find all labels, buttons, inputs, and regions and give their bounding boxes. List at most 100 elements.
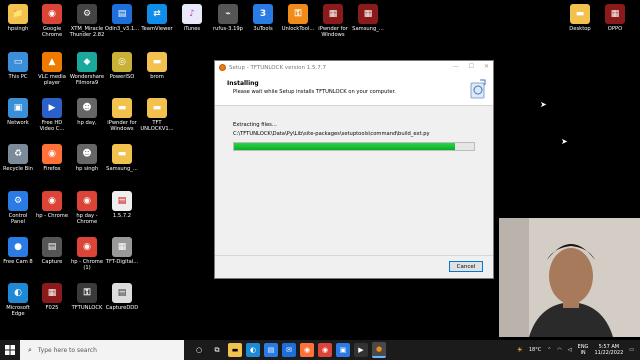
desktop-icon-hp-day-chrome[interactable]: ◉ hp day - Chrome: [69, 191, 105, 225]
search-placeholder: Type here to search: [37, 346, 97, 354]
desktop-icon-tft-unlock-folder[interactable]: ▬ TFT UNLOCKV1...: [139, 98, 175, 132]
install-progress-bar: [233, 142, 475, 151]
folder-icon: ▬: [112, 144, 132, 164]
desktop-icon-samsung[interactable]: ▦ Samsung_...: [350, 4, 386, 32]
desktop-icon-itunes[interactable]: ♪ iTunes: [174, 4, 210, 32]
desktop-icon-edge[interactable]: ◐ Microsoft Edge: [0, 283, 36, 317]
archive-icon: ▦: [112, 237, 132, 257]
search-icon: ⌕: [28, 345, 32, 354]
taskbar: ⌕ Type here to search ○ ⧉ ▬ ◐ ▤ ✉ ◉ ◉ ▣ …: [0, 340, 640, 360]
taskbar-search[interactable]: ⌕ Type here to search: [20, 340, 184, 360]
app-taskbar-icon[interactable]: ▣: [336, 343, 350, 357]
desktop-icon-vlc[interactable]: ▲ VLC media player: [34, 52, 70, 86]
weather-temp[interactable]: 18°C: [529, 347, 541, 353]
desktop-icon-hp-chrome-1[interactable]: ◉ hp - Chrome (1): [69, 237, 105, 271]
shortcut-icon: ☻: [77, 144, 97, 164]
desktop-icon-hp-day[interactable]: ☻ hp day,: [69, 98, 105, 126]
archive-icon: ▦: [323, 4, 343, 24]
desktop-icon-unlocktool[interactable]: ⚿ UnlockTool...: [280, 4, 316, 32]
file-icon: ▤: [112, 283, 132, 303]
setup-taskbar-icon[interactable]: ●: [372, 342, 386, 358]
task-view-icon[interactable]: ⧉: [210, 343, 224, 357]
desktop-icon-ipwnder[interactable]: ▦ iPwnder for Windows: [315, 4, 351, 38]
desktop-icon-brom[interactable]: ▬ brom: [139, 52, 175, 80]
desktop-icon-desktop-folder[interactable]: ▬ Desktop: [562, 4, 598, 32]
weather-icon[interactable]: ☀: [517, 346, 523, 354]
desktop-icon-free-hd-video[interactable]: ▶ Free HD Video C...: [34, 98, 70, 132]
desktop-icon-xtm[interactable]: ⚙ XTM_Miracle Thunder 2.82: [69, 4, 105, 38]
desktop-icon-captureddd[interactable]: ▤ CaptureDDD: [104, 283, 140, 311]
desktop-icon-3utools[interactable]: 3 3uTools: [245, 4, 281, 32]
edge-taskbar-icon[interactable]: ◐: [246, 343, 260, 357]
odin-icon: ▤: [112, 4, 132, 24]
desktop-icon-odin[interactable]: ▤ Odin3_v3.1...: [104, 4, 140, 32]
desktop-icon-1572[interactable]: ▤ 1.5.7.2: [104, 191, 140, 219]
chrome-icon: ◉: [77, 191, 97, 211]
installer-logo-icon: [470, 79, 486, 99]
mouse-cursor-icon: ➤: [561, 137, 568, 146]
mail-icon[interactable]: ✉: [282, 343, 296, 357]
mouse-cursor-icon: ➤: [540, 100, 547, 109]
desktop-icon-f025[interactable]: ▦ F025: [34, 283, 70, 311]
archive-icon: ▦: [605, 4, 625, 24]
start-button[interactable]: [0, 340, 20, 360]
desktop-icon-capture[interactable]: ▤ Capture: [34, 237, 70, 265]
desktop-icon-network[interactable]: ▣ Network: [0, 98, 36, 126]
progress-fill: [234, 143, 455, 150]
wizard-footer: Cancel: [215, 255, 493, 278]
volume-icon[interactable]: ◁: [568, 347, 572, 353]
wifi-icon[interactable]: ◠: [557, 347, 561, 353]
unlock-tool-icon: ⚿: [77, 283, 97, 303]
desktop-icon-tft-digital[interactable]: ▦ TFT-Digital...: [104, 237, 140, 265]
minimize-icon[interactable]: —: [453, 63, 459, 70]
chrome-taskbar-icon[interactable]: ◉: [318, 343, 332, 357]
desktop-icon-teamviewer[interactable]: ⇄ TeamViewer: [139, 4, 175, 32]
notification-icon[interactable]: ▭: [629, 347, 634, 353]
desktop-icon-hp-singh[interactable]: ☻ hp singh: [69, 144, 105, 172]
cortana-icon[interactable]: ○: [192, 343, 206, 357]
file-explorer-icon[interactable]: ▬: [228, 343, 242, 357]
desktop-icon-ipwnder-folder[interactable]: ▬ iPwnder for Windows: [104, 98, 140, 132]
tray-chevron-icon[interactable]: ⌃: [547, 347, 551, 353]
store-icon[interactable]: ▤: [264, 343, 278, 357]
desktop-icon-tftunlock[interactable]: ⚿ TFTUNLOCK: [69, 283, 105, 311]
file-icon: ▤: [42, 237, 62, 257]
setup-window[interactable]: Setup - TFTUNLOCK version 1.5.7.7 — ☐ ✕ …: [214, 60, 494, 279]
system-tray: ☀ 18°C ⌃ ◠ ◁ ENG IN 5:57 AM 11/22/2022 ▭: [517, 340, 634, 360]
maximize-icon[interactable]: ☐: [469, 63, 474, 70]
desktop-icon-this-pc[interactable]: ▭ This PC: [0, 52, 36, 80]
file-icon: ▤: [112, 191, 132, 211]
recycle-bin-icon: ♻: [8, 144, 28, 164]
desktop-icon-hpsingh[interactable]: 📁 hpsingh: [0, 4, 36, 32]
presenter-video-image: [499, 218, 640, 337]
close-icon[interactable]: ✕: [484, 63, 489, 70]
desktop-icon-recycle-bin[interactable]: ♻ Recycle Bin: [0, 144, 36, 172]
folder-icon: ▬: [112, 98, 132, 118]
control-panel-icon: ⚙: [8, 191, 28, 211]
desktop-icon-free-cam[interactable]: ● Free Cam 8: [0, 237, 36, 265]
window-titlebar[interactable]: Setup - TFTUNLOCK version 1.5.7.7 — ☐ ✕: [215, 61, 493, 74]
desktop-icon-rufus[interactable]: ⌁ rufus-3.19p: [210, 4, 246, 32]
desktop-icon-firefox[interactable]: ◉ Firefox: [34, 144, 70, 172]
clock[interactable]: 5:57 AM 11/22/2022: [594, 344, 623, 356]
desktop-icon-filmora[interactable]: ◆ Wondershare Filmora9: [69, 52, 105, 86]
shortcut-icon: ☻: [77, 98, 97, 118]
usb-icon: ⌁: [218, 4, 238, 24]
tool-icon: ⚙: [77, 4, 97, 24]
archive-icon: ▦: [42, 283, 62, 303]
windows-logo-icon: [5, 345, 15, 355]
terminal-taskbar-icon[interactable]: ▶: [354, 343, 368, 357]
language-indicator[interactable]: ENG IN: [578, 344, 589, 356]
desktop-icon-control-panel[interactable]: ⚙ Control Panel: [0, 191, 36, 225]
camera-icon: ●: [8, 237, 28, 257]
clock-date: 11/22/2022: [594, 350, 624, 356]
firefox-taskbar-icon[interactable]: ◉: [300, 343, 314, 357]
folder-icon: ▬: [147, 52, 167, 72]
chrome-icon: ◉: [42, 4, 62, 24]
desktop-icon-chrome[interactable]: ◉ Google Chrome: [34, 4, 70, 38]
cancel-button[interactable]: Cancel: [449, 261, 483, 272]
desktop-icon-hp-chrome[interactable]: ◉ hp - Chrome: [34, 191, 70, 219]
desktop-icon-oppo[interactable]: ▦ OPPO: [597, 4, 633, 32]
desktop-icon-poweriso[interactable]: ◎ PowerISO: [104, 52, 140, 80]
desktop-icon-samsung-folder[interactable]: ▬ Samsung_...: [104, 144, 140, 172]
